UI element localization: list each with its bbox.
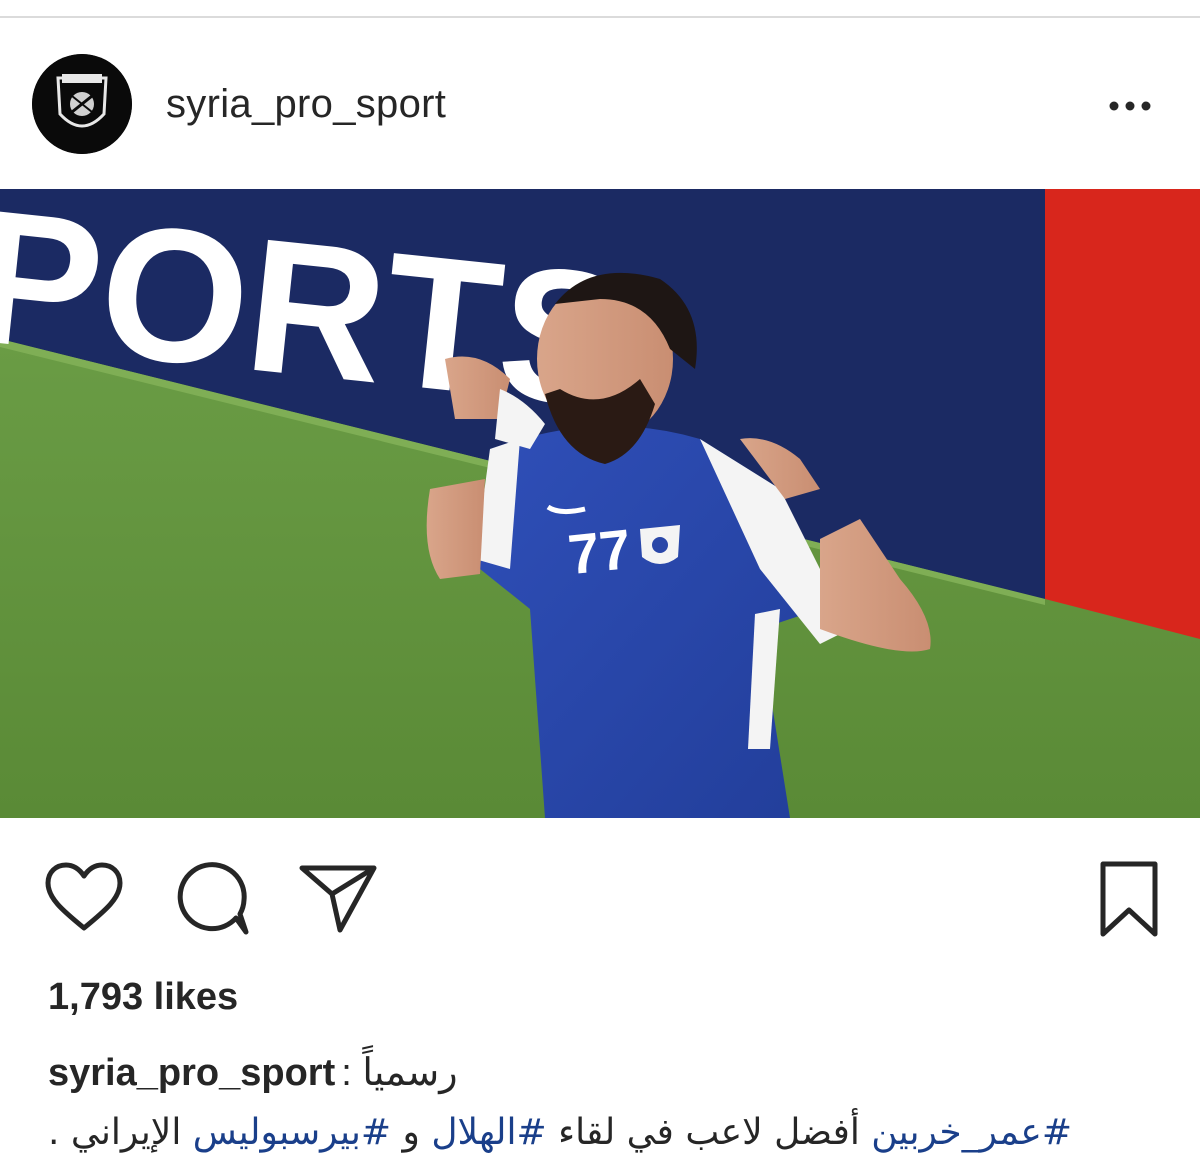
save-button[interactable] <box>1098 860 1160 945</box>
hashtag-persepolis[interactable]: #بيرسبوليس <box>193 1112 391 1153</box>
post-actions <box>0 850 1200 940</box>
caption-text-iranian: الإيراني . <box>48 1112 193 1153</box>
more-options-button[interactable] <box>1100 84 1164 124</box>
more-icon <box>1109 101 1151 111</box>
comment-icon <box>177 862 249 935</box>
avatar[interactable] <box>32 54 132 154</box>
hashtag-alhilal[interactable]: #الهلال <box>431 1112 546 1153</box>
like-button[interactable] <box>44 862 124 939</box>
post-header: syria_pro_sport <box>0 40 1200 164</box>
comment-button[interactable] <box>174 860 250 941</box>
heart-icon <box>45 862 123 931</box>
send-icon <box>299 865 377 933</box>
caption-username[interactable]: syria_pro_sport <box>48 1052 335 1094</box>
jersey-number: 77 <box>565 517 634 586</box>
hashtag-omar[interactable]: #عمر_خربين <box>871 1112 1072 1153</box>
logo-icon <box>32 54 132 154</box>
caption-text-best-player: أفضل لاعب في لقاء <box>546 1112 872 1153</box>
player-photo: PORTS 77 <box>0 189 1200 818</box>
caption-text-and: و <box>391 1112 432 1153</box>
share-button[interactable] <box>298 862 378 939</box>
bookmark-icon <box>1100 861 1158 937</box>
caption-line-1: syria_pro_sport رسمياً : <box>48 1050 1158 1100</box>
caption-text: رسمياً : <box>341 1052 458 1094</box>
caption-line-2: #عمر_خربين أفضل لاعب في لقاء #الهلال و #… <box>48 1112 1158 1162</box>
post-image[interactable]: PORTS 77 <box>0 189 1200 818</box>
likes-count[interactable]: 1,793 likes <box>48 976 238 1019</box>
post-username[interactable]: syria_pro_sport <box>166 82 446 127</box>
top-divider <box>0 16 1200 18</box>
